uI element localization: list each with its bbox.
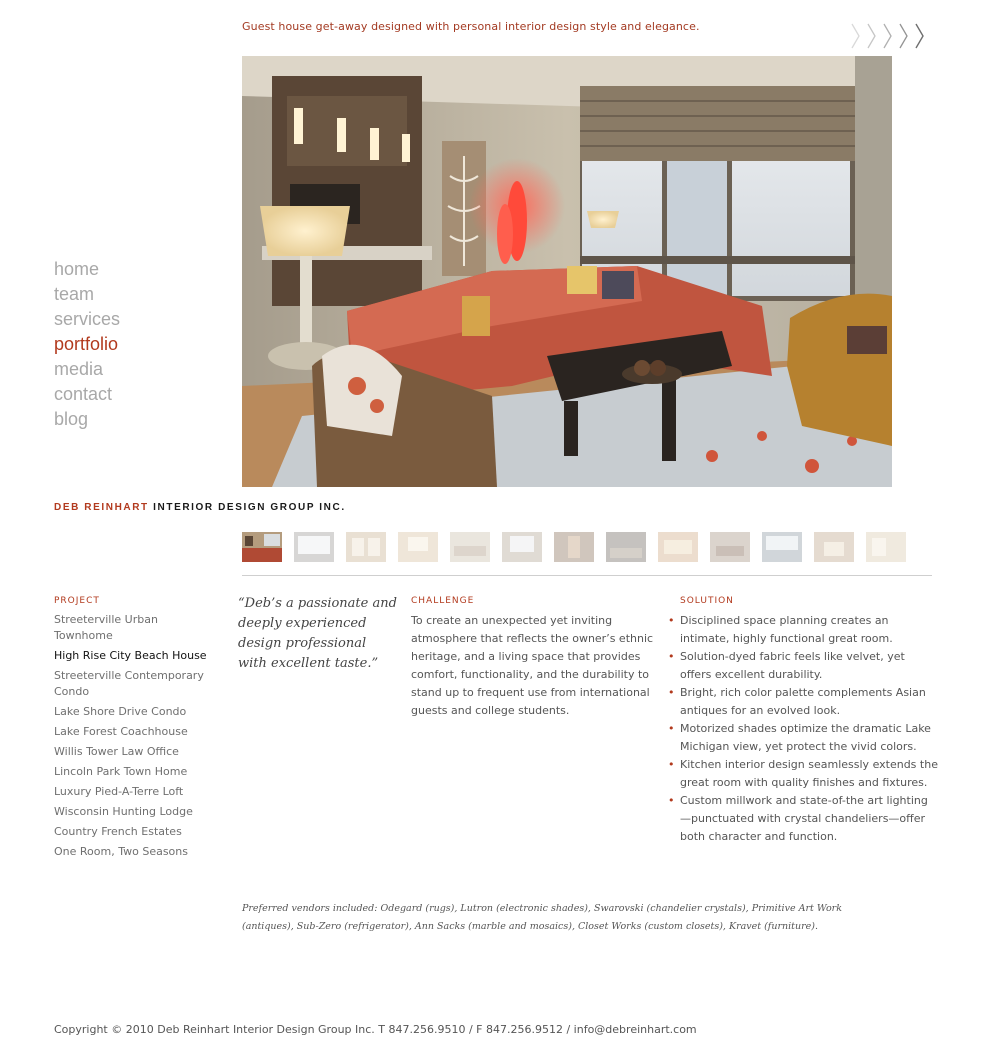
project-item[interactable]: Lake Shore Drive Condo <box>54 704 214 720</box>
solution-item: Motorized shades optimize the dramatic L… <box>668 720 938 756</box>
project-item[interactable]: Lincoln Park Town Home <box>54 764 214 780</box>
project-item[interactable]: Streeterville Contemporary Condo <box>54 668 214 700</box>
thumbnail-8[interactable] <box>606 532 646 562</box>
brand-logo[interactable]: DEB REINHART INTERIOR DESIGN GROUP INC. <box>54 502 346 513</box>
brand-name-red: DEB REINHART <box>54 502 149 513</box>
project-item-current[interactable]: High Rise City Beach House <box>54 648 214 664</box>
challenge-text: To create an unexpected yet inviting atm… <box>411 614 654 717</box>
project-item[interactable]: One Room, Two Seasons <box>54 844 214 860</box>
thumbnail-10[interactable] <box>710 532 750 562</box>
nav-home[interactable]: home <box>54 257 120 282</box>
thumbnail-6[interactable] <box>502 532 542 562</box>
slideshow-next-arrows[interactable] <box>848 21 926 51</box>
solution-item: Bright, rich color palette complements A… <box>668 684 938 720</box>
chevron-right-icon[interactable] <box>864 21 878 51</box>
project-list: Streeterville Urban Townhome High Rise C… <box>54 612 214 864</box>
project-item[interactable]: Willis Tower Law Office <box>54 744 214 760</box>
project-label: PROJECT <box>54 596 100 606</box>
nav-team[interactable]: team <box>54 282 120 307</box>
thumbnail-11[interactable] <box>762 532 802 562</box>
footer-copyright: Copyright © 2010 Deb Reinhart Interior D… <box>54 1023 697 1036</box>
hero-photo <box>242 56 892 487</box>
project-item[interactable]: Country French Estates <box>54 824 214 840</box>
main-nav: home team services portfolio media conta… <box>54 257 120 432</box>
project-item[interactable]: Lake Forest Coachhouse <box>54 724 214 740</box>
thumbnail-strip <box>242 532 906 562</box>
thumbnail-12[interactable] <box>814 532 854 562</box>
nav-portfolio[interactable]: portfolio <box>54 332 120 357</box>
challenge-label: CHALLENGE <box>411 596 475 606</box>
tagline: Guest house get-away designed with perso… <box>242 20 700 33</box>
thumbnail-13[interactable] <box>866 532 906 562</box>
solution-item: Kitchen interior design seamlessly exten… <box>668 756 938 792</box>
chevron-right-icon[interactable] <box>912 21 926 51</box>
nav-contact[interactable]: contact <box>54 382 120 407</box>
nav-services[interactable]: services <box>54 307 120 332</box>
chevron-right-icon[interactable] <box>880 21 894 51</box>
solution-item: Custom millwork and state-of-the art lig… <box>668 792 938 846</box>
thumbnail-4[interactable] <box>398 532 438 562</box>
project-item[interactable]: Luxury Pied-A-Terre Loft <box>54 784 214 800</box>
nav-blog[interactable]: blog <box>54 407 120 432</box>
nav-media[interactable]: media <box>54 357 120 382</box>
chevron-right-icon[interactable] <box>848 21 862 51</box>
thumbnail-9[interactable] <box>658 532 698 562</box>
solution-list: Disciplined space planning creates an in… <box>668 612 938 846</box>
project-item[interactable]: Wisconsin Hunting Lodge <box>54 804 214 820</box>
solution-item: Disciplined space planning creates an in… <box>668 612 938 648</box>
solution-label: SOLUTION <box>680 596 734 606</box>
thumbnail-1[interactable] <box>242 532 282 562</box>
project-item[interactable]: Streeterville Urban Townhome <box>54 612 214 644</box>
thumbnail-3[interactable] <box>346 532 386 562</box>
brand-name-dark: INTERIOR DESIGN GROUP INC. <box>153 502 346 513</box>
testimonial-quote: “Deb’s a passionate and deeply experienc… <box>238 596 397 671</box>
chevron-right-icon[interactable] <box>896 21 910 51</box>
living-room-photo <box>242 56 892 487</box>
thumbnail-7[interactable] <box>554 532 594 562</box>
vendors-note: Preferred vendors included: Odegard (rug… <box>242 903 842 932</box>
solution-item: Solution-dyed fabric feels like velvet, … <box>668 648 938 684</box>
thumbnail-5[interactable] <box>450 532 490 562</box>
thumbnail-2[interactable] <box>294 532 334 562</box>
divider <box>242 575 932 576</box>
